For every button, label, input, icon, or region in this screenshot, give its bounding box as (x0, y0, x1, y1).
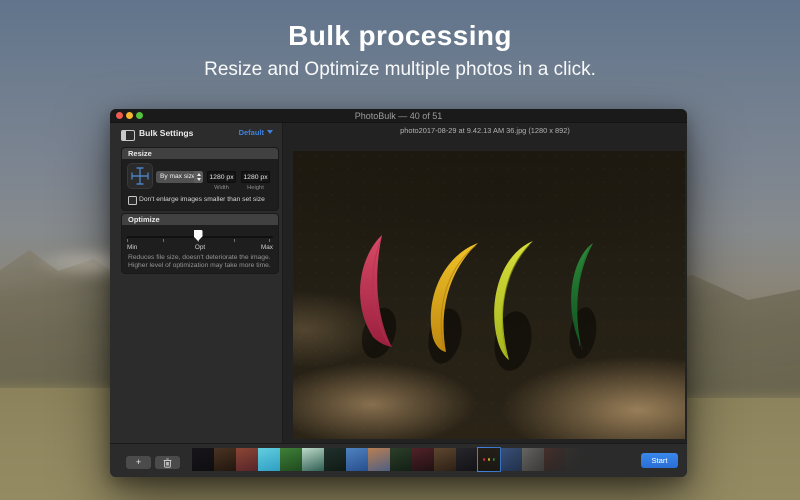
height-label: Height (241, 185, 270, 191)
slider-max-label: Max (261, 244, 273, 251)
sidebar-header: Bulk Settings Default (110, 123, 282, 147)
photo-preview[interactable] (293, 151, 685, 439)
width-input[interactable]: 1280 px (207, 171, 236, 183)
preset-dropdown[interactable]: Default (239, 128, 273, 137)
optimize-slider-thumb[interactable] (194, 230, 203, 241)
thumbnail[interactable] (390, 448, 412, 471)
hero-text: Bulk processing Resize and Optimize mult… (0, 20, 800, 81)
height-input[interactable]: 1280 px (241, 171, 270, 183)
dont-enlarge-checkbox[interactable] (128, 196, 137, 205)
optimize-description-line2: Higher level of optimization may take mo… (128, 262, 274, 269)
photobulk-window: PhotoBulk — 40 of 51 Bulk Settings Defau… (110, 109, 687, 477)
resize-section-header: Resize (122, 148, 278, 159)
sidebar-toggle-icon[interactable] (121, 130, 135, 141)
footer-bar: + Start (110, 443, 687, 477)
thumbnail[interactable] (214, 448, 236, 471)
thumbnail-strip-fade (480, 447, 615, 472)
thumbnail[interactable] (258, 448, 280, 471)
thumbnail[interactable] (236, 448, 258, 471)
chevron-down-icon (267, 130, 273, 134)
remove-photos-button[interactable] (155, 456, 180, 469)
thumbnail[interactable] (302, 448, 324, 471)
slider-tick (269, 239, 270, 242)
trash-icon (163, 458, 172, 468)
start-button[interactable]: Start (641, 453, 678, 468)
leaves-illustration (293, 151, 685, 439)
preset-dropdown-label: Default (239, 128, 264, 137)
bulk-settings-sidebar: Bulk Settings Default Resize (110, 123, 283, 444)
photo-caption: photo2017-08-29 at 9.42.13 AM 36.jpg (12… (283, 126, 687, 135)
thumbnail[interactable] (412, 448, 434, 471)
resize-mode-value: By max size (160, 173, 196, 180)
optimize-panel-body: Min Opt Max Reduces file size, doesn't d… (122, 225, 278, 272)
resize-mode-select[interactable]: By max size (156, 171, 203, 183)
optimize-description-line1: Reduces file size, doesn't deteriorate t… (128, 254, 274, 261)
sidebar-title: Bulk Settings (139, 128, 193, 138)
thumbnail[interactable] (324, 448, 346, 471)
screenshot-stage: Bulk processing Resize and Optimize mult… (0, 0, 800, 500)
add-photos-button[interactable]: + (126, 456, 151, 469)
slider-opt-label: Opt (122, 244, 278, 251)
resize-dimensions-icon (127, 163, 153, 189)
thumbnail[interactable] (456, 448, 478, 471)
dont-enlarge-label: Don't enlarge images smaller than set si… (139, 196, 265, 203)
preview-area: photo2017-08-29 at 9.42.13 AM 36.jpg (12… (283, 123, 687, 444)
window-title: PhotoBulk — 40 of 51 (110, 109, 687, 122)
slider-tick (163, 239, 164, 242)
hero-subtitle: Resize and Optimize multiple photos in a… (0, 59, 800, 81)
resize-panel: Resize By max size (121, 147, 279, 211)
thumbnail[interactable] (368, 448, 390, 471)
optimize-section-header: Optimize (122, 214, 278, 225)
slider-tick (234, 239, 235, 242)
optimize-panel: Optimize Min Opt Max Reduces file size, … (121, 213, 279, 274)
thumbnail[interactable] (192, 448, 214, 471)
title-bar[interactable]: PhotoBulk — 40 of 51 (110, 109, 687, 123)
hero-title: Bulk processing (0, 20, 800, 52)
thumbnail[interactable] (346, 448, 368, 471)
select-stepper-icon (194, 171, 203, 183)
resize-panel-body: By max size 1280 px Width 1280 px Height… (122, 159, 278, 209)
slider-tick (127, 239, 128, 242)
thumbnail[interactable] (280, 448, 302, 471)
width-label: Width (207, 185, 236, 191)
thumbnail[interactable] (434, 448, 456, 471)
